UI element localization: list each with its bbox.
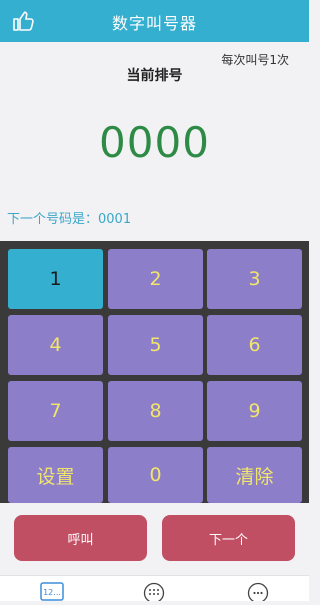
tab-more[interactable] bbox=[247, 582, 269, 605]
tab-keypad[interactable]: 12... bbox=[40, 582, 64, 605]
bottom-tab-bar: 12... bbox=[0, 575, 309, 604]
settings-key[interactable]: 设置 bbox=[8, 447, 103, 503]
key-3[interactable]: 3 bbox=[207, 249, 302, 309]
keypad-tab-icon: 12... bbox=[40, 582, 64, 601]
app-title: 数字叫号器 bbox=[111, 14, 197, 33]
key-9[interactable]: 9 bbox=[207, 381, 302, 441]
current-number: 0000 bbox=[99, 118, 210, 167]
key-2[interactable]: 2 bbox=[108, 249, 203, 309]
app-header: 数字叫号器 bbox=[0, 0, 309, 42]
more-icon bbox=[247, 582, 269, 604]
key-4[interactable]: 4 bbox=[8, 315, 103, 375]
key-7[interactable]: 7 bbox=[8, 381, 103, 441]
action-bar: 呼叫 下一个 bbox=[0, 503, 309, 575]
key-6[interactable]: 6 bbox=[207, 315, 302, 375]
key-0[interactable]: 0 bbox=[108, 447, 203, 503]
dialpad-icon bbox=[143, 582, 165, 604]
tab-dialpad[interactable] bbox=[143, 582, 165, 605]
key-1[interactable]: 1 bbox=[8, 249, 103, 309]
call-button[interactable]: 呼叫 bbox=[14, 515, 147, 561]
clear-key[interactable]: 清除 bbox=[207, 447, 302, 503]
queue-label: 当前排号 bbox=[126, 68, 183, 84]
key-5[interactable]: 5 bbox=[108, 315, 203, 375]
keypad-tab-label: 12... bbox=[43, 588, 61, 597]
next-number-line: 下一个号码是：0001 bbox=[7, 212, 132, 227]
keypad: 1 2 3 4 5 6 7 8 9 设置 0 清除 bbox=[0, 241, 309, 503]
key-8[interactable]: 8 bbox=[108, 381, 203, 441]
next-button[interactable]: 下一个 bbox=[162, 515, 295, 561]
